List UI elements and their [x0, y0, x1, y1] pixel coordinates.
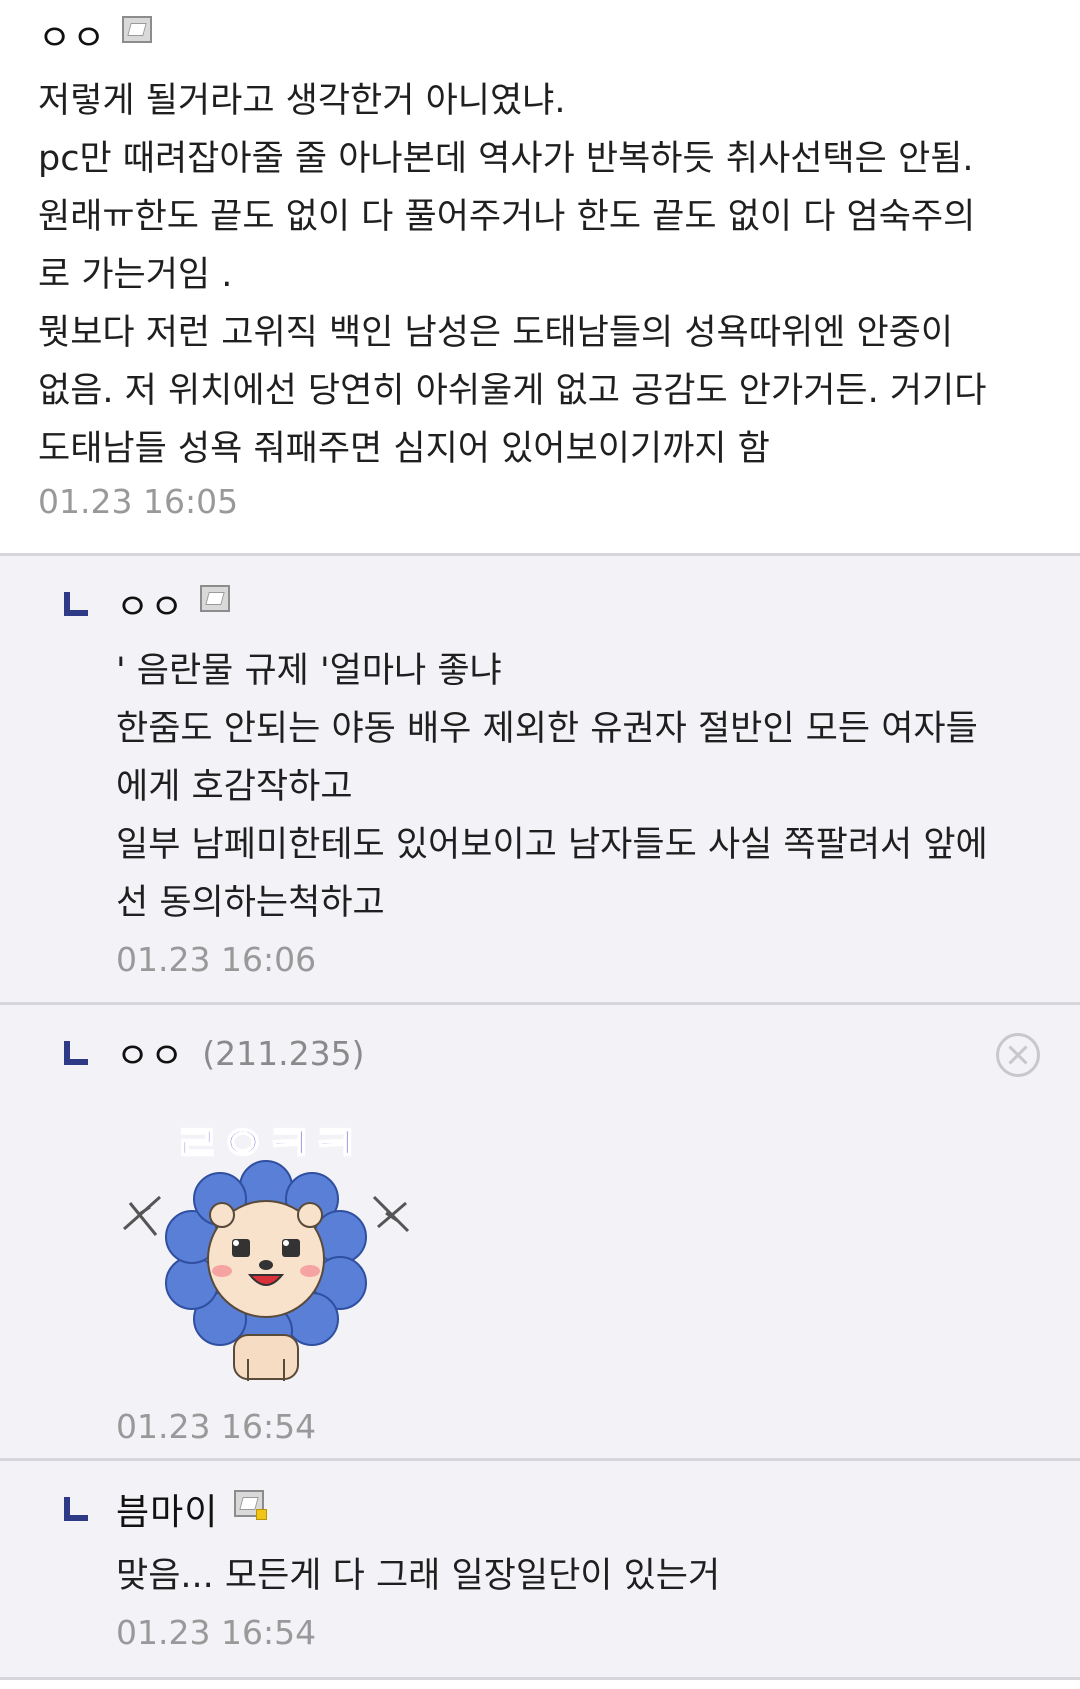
comment-timestamp: 01.23 16:05 — [38, 482, 239, 521]
comment-body: 저렇게 될거라고 생각한거 아니였냐. pc만 때려잡아줄 줄 아나본데 역사가… — [38, 81, 987, 469]
reply-body: 맞음... 모든게 다 그래 일장일단이 있는거 — [116, 1556, 721, 1596]
reply-comment: 븜마이 맞음... 모든게 다 그래 일장일단이 있는거 01.23 16:54 — [0, 1461, 1080, 1680]
reply-arrow-icon — [64, 592, 90, 616]
reply-comment-sticker: ㅇㅇ (211.235) ㄹㅇㅋㅋ 01.23 16:54 — [0, 1005, 1080, 1461]
reply-header: ㅇㅇ — [38, 556, 1044, 642]
comment-root: ㅇㅇ 저렇게 될거라고 생각한거 아니였냐. pc만 때려잡아줄 줄 아나본데 … — [0, 0, 1080, 556]
reply-arrow-icon — [64, 1497, 90, 1521]
reply-body: ' 음란물 규제 '얼마나 좋냐 한줌도 안되는 야동 배우 제외한 유권자 절… — [116, 651, 988, 923]
comment-nickname[interactable]: ㅇㅇ — [38, 9, 106, 61]
reply-nickname[interactable]: ㅇㅇ — [116, 1027, 184, 1079]
comment-header: ㅇㅇ — [38, 0, 1044, 70]
close-icon[interactable] — [996, 1033, 1040, 1077]
lion-sticker: ㄹㅇㅋㅋ — [116, 1109, 416, 1399]
reply-nickname[interactable]: ㅇㅇ — [116, 578, 184, 630]
reply-comment: ㅇㅇ ' 음란물 규제 '얼마나 좋냐 한줌도 안되는 야동 배우 제외한 유권… — [0, 556, 1080, 1005]
lion-face — [207, 1200, 325, 1318]
lion-body — [233, 1334, 299, 1381]
reply-header: 븜마이 — [38, 1461, 1044, 1547]
reply-nickname[interactable]: 븜마이 — [116, 1483, 218, 1535]
reply-timestamp: 01.23 16:06 — [116, 940, 317, 979]
gallog-icon[interactable] — [200, 584, 231, 612]
gallog-icon[interactable] — [122, 15, 153, 43]
reply-arrow-icon — [64, 1041, 90, 1065]
reply-ip: (211.235) — [202, 1033, 365, 1073]
reply-header: ㅇㅇ (211.235) — [38, 1005, 1044, 1091]
reply-timestamp: 01.23 16:54 — [116, 1613, 317, 1652]
reply-timestamp: 01.23 16:54 — [116, 1407, 317, 1446]
gallog-fixed-icon[interactable] — [234, 1489, 268, 1520]
